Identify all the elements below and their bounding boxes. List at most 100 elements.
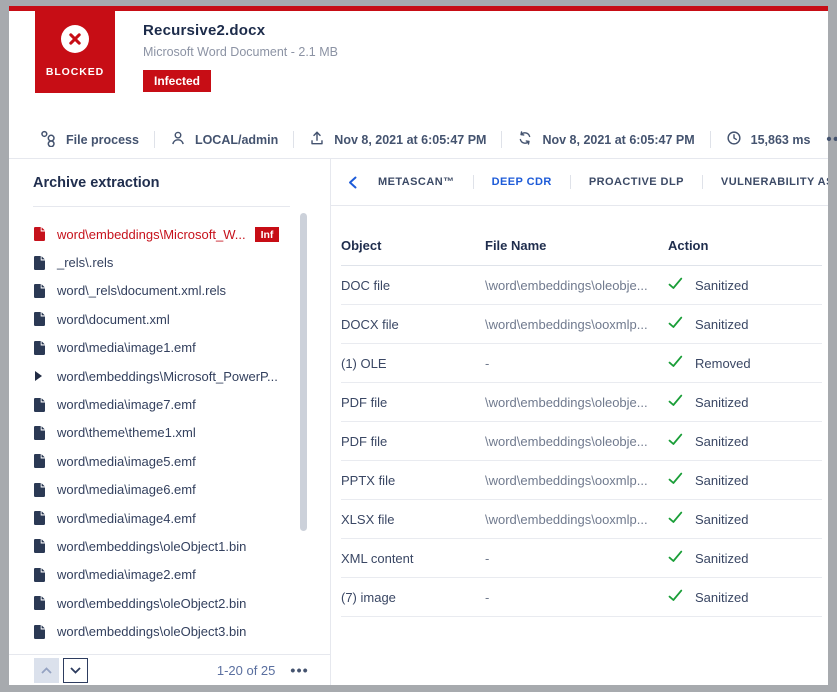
- action-cell: Sanitized: [668, 511, 822, 527]
- result-tab[interactable]: METASCAN™: [378, 176, 455, 188]
- user-item[interactable]: LOCAL/admin: [170, 130, 278, 149]
- archive-file-label: word\media\image6.emf: [57, 482, 196, 497]
- file-icon: [33, 567, 46, 583]
- archive-file-label: word\media\image4.emf: [57, 511, 196, 526]
- sidebar-scrollbar[interactable]: [300, 213, 307, 531]
- object-cell: PDF file: [341, 434, 485, 449]
- table-row: (7) image - Sanitized: [341, 578, 822, 617]
- chevron-left-icon[interactable]: [348, 176, 357, 189]
- page-down-button[interactable]: [63, 658, 88, 683]
- infected-threat-badge: Infected: [143, 70, 211, 92]
- action-cell: Sanitized: [668, 394, 822, 410]
- archive-file-item[interactable]: word\media\image1.emf: [33, 334, 330, 362]
- check-icon: [668, 472, 683, 488]
- archive-file-item[interactable]: word\media\image4.emf: [33, 504, 330, 532]
- process-meta-toolbar: File process LOCAL/admin: [9, 121, 828, 159]
- action-label: Sanitized: [695, 317, 748, 332]
- archive-file-item[interactable]: word\embeddings\oleObject1.bin: [33, 532, 330, 560]
- sidebar-pagination: 1-20 of 25 •••: [9, 654, 330, 685]
- archive-file-label: _rels\.rels: [57, 255, 113, 270]
- archive-file-item[interactable]: word\media\image2.emf: [33, 561, 330, 589]
- object-cell: XLSX file: [341, 512, 485, 527]
- caret-right-icon[interactable]: [33, 371, 46, 381]
- user-icon: [170, 130, 186, 149]
- refresh-icon: [517, 130, 533, 149]
- result-tab[interactable]: DEEP CDR: [492, 176, 552, 188]
- archive-file-label: word\document.xml: [57, 312, 170, 327]
- file-icon: [33, 397, 46, 413]
- table-row: DOCX file \word\embeddings\ooxmlp... San…: [341, 305, 822, 344]
- tab-divider: [702, 175, 703, 189]
- rescan-time-item[interactable]: Nov 8, 2021 at 6:05:47 PM: [517, 130, 694, 149]
- file-process-item[interactable]: File process: [40, 130, 139, 150]
- file-name-cell: -: [485, 551, 668, 566]
- file-icon: [33, 255, 46, 271]
- x-circle-icon: [60, 24, 90, 59]
- toolbar-more-button[interactable]: •••: [826, 136, 837, 144]
- object-cell: DOCX file: [341, 317, 485, 332]
- duration-item[interactable]: 15,863 ms: [726, 130, 811, 149]
- archive-file-label: word\embeddings\Microsoft_W...: [57, 227, 246, 242]
- result-tabs: METASCAN™ DEEP CDR PROACTIVE DLP VULNERA…: [331, 159, 828, 206]
- tab-divider: [570, 175, 571, 189]
- action-cell: Sanitized: [668, 550, 822, 566]
- action-label: Removed: [695, 356, 751, 371]
- action-cell: Sanitized: [668, 433, 822, 449]
- archive-file-item[interactable]: word\embeddings\Microsoft_PowerP...: [33, 362, 330, 390]
- action-label: Sanitized: [695, 512, 748, 527]
- archive-file-label: word\media\image5.emf: [57, 454, 196, 469]
- archive-file-label: word\media\image2.emf: [57, 567, 196, 582]
- archive-file-item[interactable]: word\embeddings\Microsoft_W... Inf: [33, 220, 330, 248]
- archive-file-item[interactable]: word\_rels\document.xml.rels: [33, 277, 330, 305]
- user-label: LOCAL/admin: [195, 133, 278, 147]
- action-label: Sanitized: [695, 551, 748, 566]
- column-header-file-name: File Name: [485, 238, 668, 253]
- toolbar-divider: [501, 131, 502, 148]
- archive-file-item[interactable]: _rels\.rels: [33, 248, 330, 276]
- archive-file-item[interactable]: word\media\image7.emf: [33, 390, 330, 418]
- object-cell: XML content: [341, 551, 485, 566]
- archive-file-label: word\_rels\document.xml.rels: [57, 283, 226, 298]
- archive-file-item[interactable]: word\document.xml: [33, 305, 330, 333]
- upload-time-item[interactable]: Nov 8, 2021 at 6:05:47 PM: [309, 130, 486, 149]
- archive-file-item[interactable]: word\embeddings\oleObject3.bin: [33, 617, 330, 645]
- archive-file-item[interactable]: word\theme\theme1.xml: [33, 419, 330, 447]
- file-icon: [33, 311, 46, 327]
- file-icon: [33, 595, 46, 611]
- window-frame: BLOCKED Recursive2.docx Microsoft Word D…: [0, 0, 837, 692]
- sidebar-title: Archive extraction: [33, 175, 330, 191]
- check-icon: [668, 589, 683, 605]
- file-analysis-page: BLOCKED Recursive2.docx Microsoft Word D…: [9, 6, 828, 685]
- table-row: DOC file \word\embeddings\oleobje... San…: [341, 266, 822, 305]
- archive-file-label: word\media\image7.emf: [57, 397, 196, 412]
- file-icon: [33, 226, 46, 242]
- check-icon: [668, 355, 683, 371]
- toolbar-divider: [154, 131, 155, 148]
- file-header: BLOCKED Recursive2.docx Microsoft Word D…: [9, 11, 828, 121]
- table-row: XML content - Sanitized: [341, 539, 822, 578]
- archive-file-item[interactable]: word\embeddings\oleObject2.bin: [33, 589, 330, 617]
- blocked-status-badge: BLOCKED: [35, 11, 115, 93]
- file-icon: [33, 425, 46, 441]
- table-row: PDF file \word\embeddings\oleobje... San…: [341, 383, 822, 422]
- pagination-more-button[interactable]: •••: [290, 666, 309, 674]
- action-cell: Sanitized: [668, 277, 822, 293]
- archive-file-label: word\embeddings\oleObject2.bin: [57, 596, 246, 611]
- check-icon: [668, 550, 683, 566]
- archive-file-item[interactable]: word\media\image6.emf: [33, 476, 330, 504]
- content-area: Archive extraction word\em: [9, 159, 828, 685]
- archive-extraction-panel: Archive extraction word\em: [9, 159, 330, 685]
- check-icon: [668, 277, 683, 293]
- upload-time-label: Nov 8, 2021 at 6:05:47 PM: [334, 133, 486, 147]
- result-tab[interactable]: VULNERABILITY ASSESSMENT: [721, 176, 828, 188]
- archive-file-label: word\media\image1.emf: [57, 340, 196, 355]
- result-tab[interactable]: PROACTIVE DLP: [589, 176, 684, 188]
- check-icon: [668, 433, 683, 449]
- action-label: Sanitized: [695, 473, 748, 488]
- table-header-row: Object File Name Action: [341, 225, 822, 266]
- table-row: PDF file \word\embeddings\oleobje... San…: [341, 422, 822, 461]
- file-name-cell: \word\embeddings\ooxmlp...: [485, 317, 668, 332]
- cdr-results-table: Object File Name Action DOC file \word\e…: [341, 225, 822, 617]
- page-up-button[interactable]: [34, 658, 59, 683]
- archive-file-item[interactable]: word\media\image5.emf: [33, 447, 330, 475]
